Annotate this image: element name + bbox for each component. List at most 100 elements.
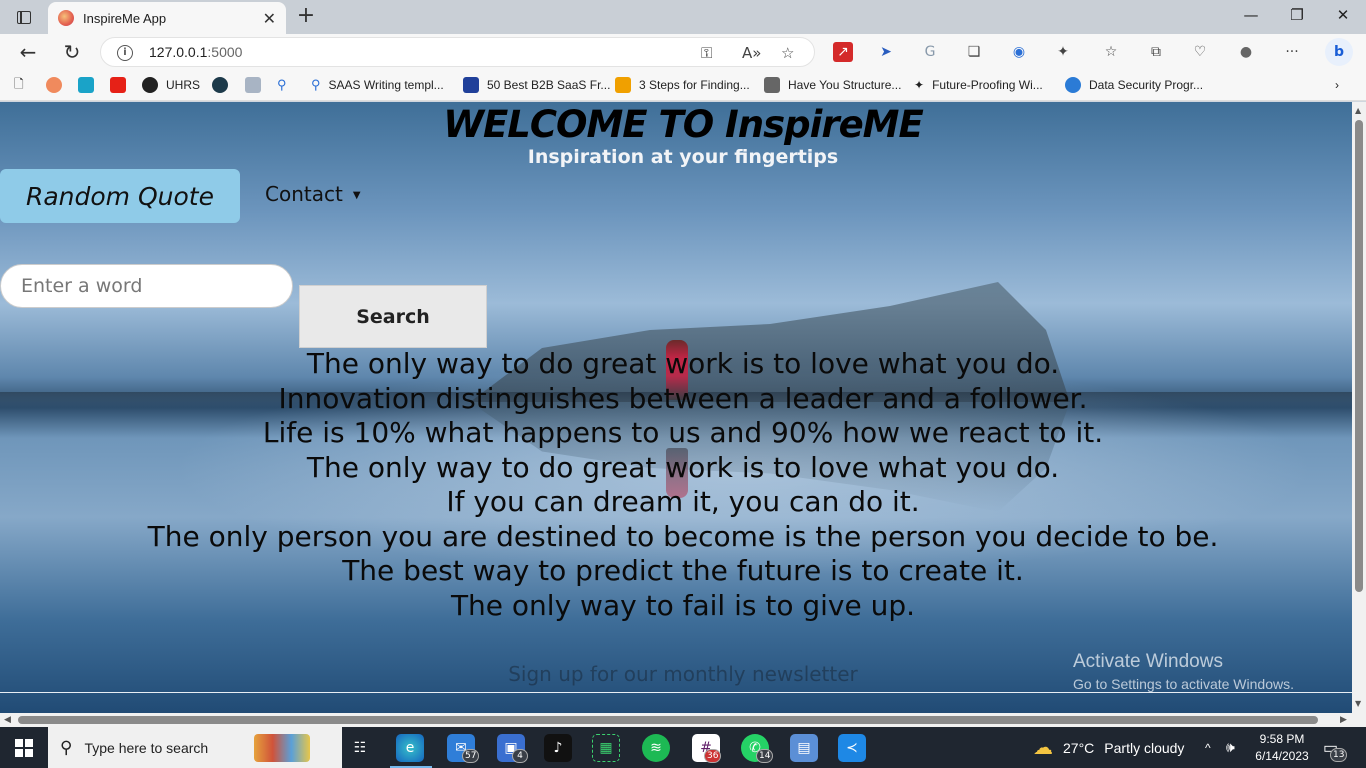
- site-info-icon[interactable]: i: [117, 45, 133, 61]
- bookmark-1[interactable]: [78, 76, 102, 94]
- url-text: 127.0.0.1:5000: [149, 44, 242, 60]
- weather-condition: Partly cloudy: [1104, 739, 1185, 756]
- bookmark-11[interactable]: ✦ Future-Proofing Wi...: [914, 76, 1043, 94]
- back-button[interactable]: ←: [16, 40, 40, 64]
- bookmark-10[interactable]: Have You Structure...: [764, 76, 901, 94]
- url-field[interactable]: i 127.0.0.1:5000 ⚿ A» ☆: [100, 37, 815, 67]
- watermark-line1: Activate Windows: [1073, 651, 1223, 672]
- tray-chevron-icon[interactable]: ^: [1205, 727, 1211, 768]
- tk-icon: [78, 77, 94, 93]
- start-button[interactable]: [15, 739, 33, 757]
- extension-arrow-icon[interactable]: ➤: [876, 42, 896, 62]
- bookmark-6[interactable]: ⚲: [277, 76, 287, 94]
- extension-copy-icon[interactable]: ❏: [964, 42, 984, 62]
- bookmark-8[interactable]: 50 Best B2B SaaS Fr...: [463, 76, 610, 94]
- extension-g-icon[interactable]: G: [920, 42, 940, 62]
- more-menu-icon[interactable]: ···: [1282, 42, 1302, 62]
- bookmark-page-icon[interactable]: 🗋: [14, 76, 24, 94]
- tab-actions-button[interactable]: [8, 6, 40, 28]
- scroll-down-icon[interactable]: ▼: [1355, 699, 1361, 708]
- weather-temp: 27°C: [1063, 739, 1095, 756]
- clock[interactable]: 9:58 PM 6/14/2023: [1253, 727, 1311, 768]
- quote-item: Life is 10% what happens to us and 90% h…: [262, 416, 1104, 449]
- address-bar-row: ← ↻ i 127.0.0.1:5000 ⚿ A» ☆ ↗ ➤ G ❏ ◉ ✦ …: [0, 34, 1366, 70]
- search-button[interactable]: Search: [299, 285, 487, 348]
- minimize-button[interactable]: —: [1241, 6, 1261, 24]
- doc-icon: [463, 77, 479, 93]
- profile-avatar[interactable]: ●: [1236, 42, 1256, 62]
- performance-icon[interactable]: ♡: [1190, 42, 1210, 62]
- url-port: :5000: [207, 44, 243, 60]
- bookmark-3[interactable]: UHRS: [142, 76, 200, 94]
- remote-desktop-icon[interactable]: ▤: [790, 734, 818, 762]
- leaf-icon: [615, 77, 631, 93]
- restore-button[interactable]: ❐: [1287, 6, 1307, 24]
- clock-date: 6/14/2023: [1255, 749, 1309, 763]
- quote-item: The best way to predict the future is to…: [342, 554, 1024, 587]
- random-quote-link[interactable]: Random Quote: [0, 169, 240, 223]
- mail-badge: 57: [462, 749, 480, 763]
- quote-list: The only way to do great work is to love…: [130, 347, 1236, 623]
- edge-icon[interactable]: e: [396, 734, 424, 762]
- tiktok-icon[interactable]: ♪: [544, 734, 572, 762]
- task-view-icon[interactable]: ☷: [346, 734, 374, 762]
- extension-red-icon[interactable]: ↗: [833, 42, 853, 62]
- quote-item: The only person you are destined to beco…: [147, 519, 1219, 553]
- collections-icon[interactable]: ⧉: [1146, 42, 1166, 62]
- bookmark-label: SAAS Writing templ...: [328, 78, 444, 92]
- youtube-icon: [110, 77, 126, 93]
- read-aloud-icon[interactable]: A»: [742, 44, 761, 62]
- key-icon[interactable]: ⚿: [701, 44, 712, 62]
- bing-icon[interactable]: b: [1325, 38, 1353, 66]
- horizontal-scroll-thumb[interactable]: [18, 716, 1318, 724]
- bookmark-0[interactable]: [46, 76, 70, 94]
- extensions-icon[interactable]: ✦: [1053, 42, 1073, 62]
- quote-item: The only way to do great work is to love…: [306, 347, 1060, 380]
- bookmark-9[interactable]: 3 Steps for Finding...: [615, 76, 750, 94]
- bookmarks-bar: 🗋 UHRS ⚲ ⚲ SAAS Writing templ... 50 Best …: [0, 70, 1366, 101]
- whatsapp-badge: 14: [756, 749, 774, 763]
- word-search-input[interactable]: [0, 264, 293, 308]
- scroll-left-icon[interactable]: ◀: [4, 715, 11, 725]
- taskbar-search[interactable]: ⚲ Type here to search: [48, 727, 342, 768]
- bookmark-7[interactable]: ⚲ SAAS Writing templ...: [311, 76, 444, 94]
- bookmark-label: Have You Structure...: [788, 78, 902, 92]
- bookmark-5[interactable]: [245, 76, 269, 94]
- bookmark-12[interactable]: Data Security Progr...: [1065, 76, 1203, 94]
- favorite-star-icon[interactable]: ☆: [781, 44, 794, 62]
- tab-actions-icon: [17, 10, 31, 24]
- refresh-button[interactable]: ↻: [60, 40, 84, 64]
- tab-bar: InspireMe App ✕ + — ❐ ✕: [0, 0, 1366, 34]
- footer-divider: [0, 692, 1352, 693]
- search-icon: ⚲: [277, 77, 287, 92]
- spotify-icon[interactable]: ≋: [642, 734, 670, 762]
- horizontal-scrollbar[interactable]: ◀ ▶: [0, 713, 1366, 727]
- caret-down-icon: ▼: [352, 190, 361, 201]
- bookmark-2[interactable]: [110, 76, 134, 94]
- tab-favicon-icon: [58, 10, 74, 26]
- secb-icon: [764, 77, 780, 93]
- grid-app-icon[interactable]: ▦: [592, 734, 620, 762]
- vertical-scroll-thumb[interactable]: [1355, 120, 1363, 592]
- extension-circle-icon[interactable]: ◉: [1009, 42, 1029, 62]
- contact-dropdown[interactable]: Contact ▼: [265, 182, 361, 206]
- taskbar-search-placeholder: Type here to search: [84, 739, 209, 756]
- url-host: 127.0.0.1: [149, 44, 208, 60]
- clock-time: 9:58 PM: [1259, 732, 1305, 746]
- bookmark-label: Future-Proofing Wi...: [932, 78, 1043, 92]
- scroll-up-icon[interactable]: ▲: [1355, 106, 1361, 115]
- weather-widget[interactable]: ☁ 27°C Partly cloudy: [1033, 727, 1184, 768]
- window-close-button[interactable]: ✕: [1333, 6, 1353, 24]
- favorites-icon[interactable]: ☆: [1101, 42, 1121, 62]
- quote-item: The only way to do great work is to love…: [306, 450, 1060, 484]
- vscode-icon[interactable]: ≺: [838, 734, 866, 762]
- scroll-right-icon[interactable]: ▶: [1340, 715, 1347, 725]
- vertical-scrollbar[interactable]: ▲ ▼: [1352, 102, 1366, 713]
- browser-tab[interactable]: InspireMe App ✕: [48, 2, 286, 34]
- tab-close-icon[interactable]: ✕: [263, 9, 276, 28]
- bookmark-4[interactable]: [212, 76, 236, 94]
- bookmarks-overflow-icon[interactable]: ›: [1335, 76, 1339, 94]
- bookmark-label: Data Security Progr...: [1089, 78, 1204, 92]
- volume-icon[interactable]: 🕪: [1226, 727, 1235, 768]
- new-tab-button[interactable]: +: [294, 5, 318, 27]
